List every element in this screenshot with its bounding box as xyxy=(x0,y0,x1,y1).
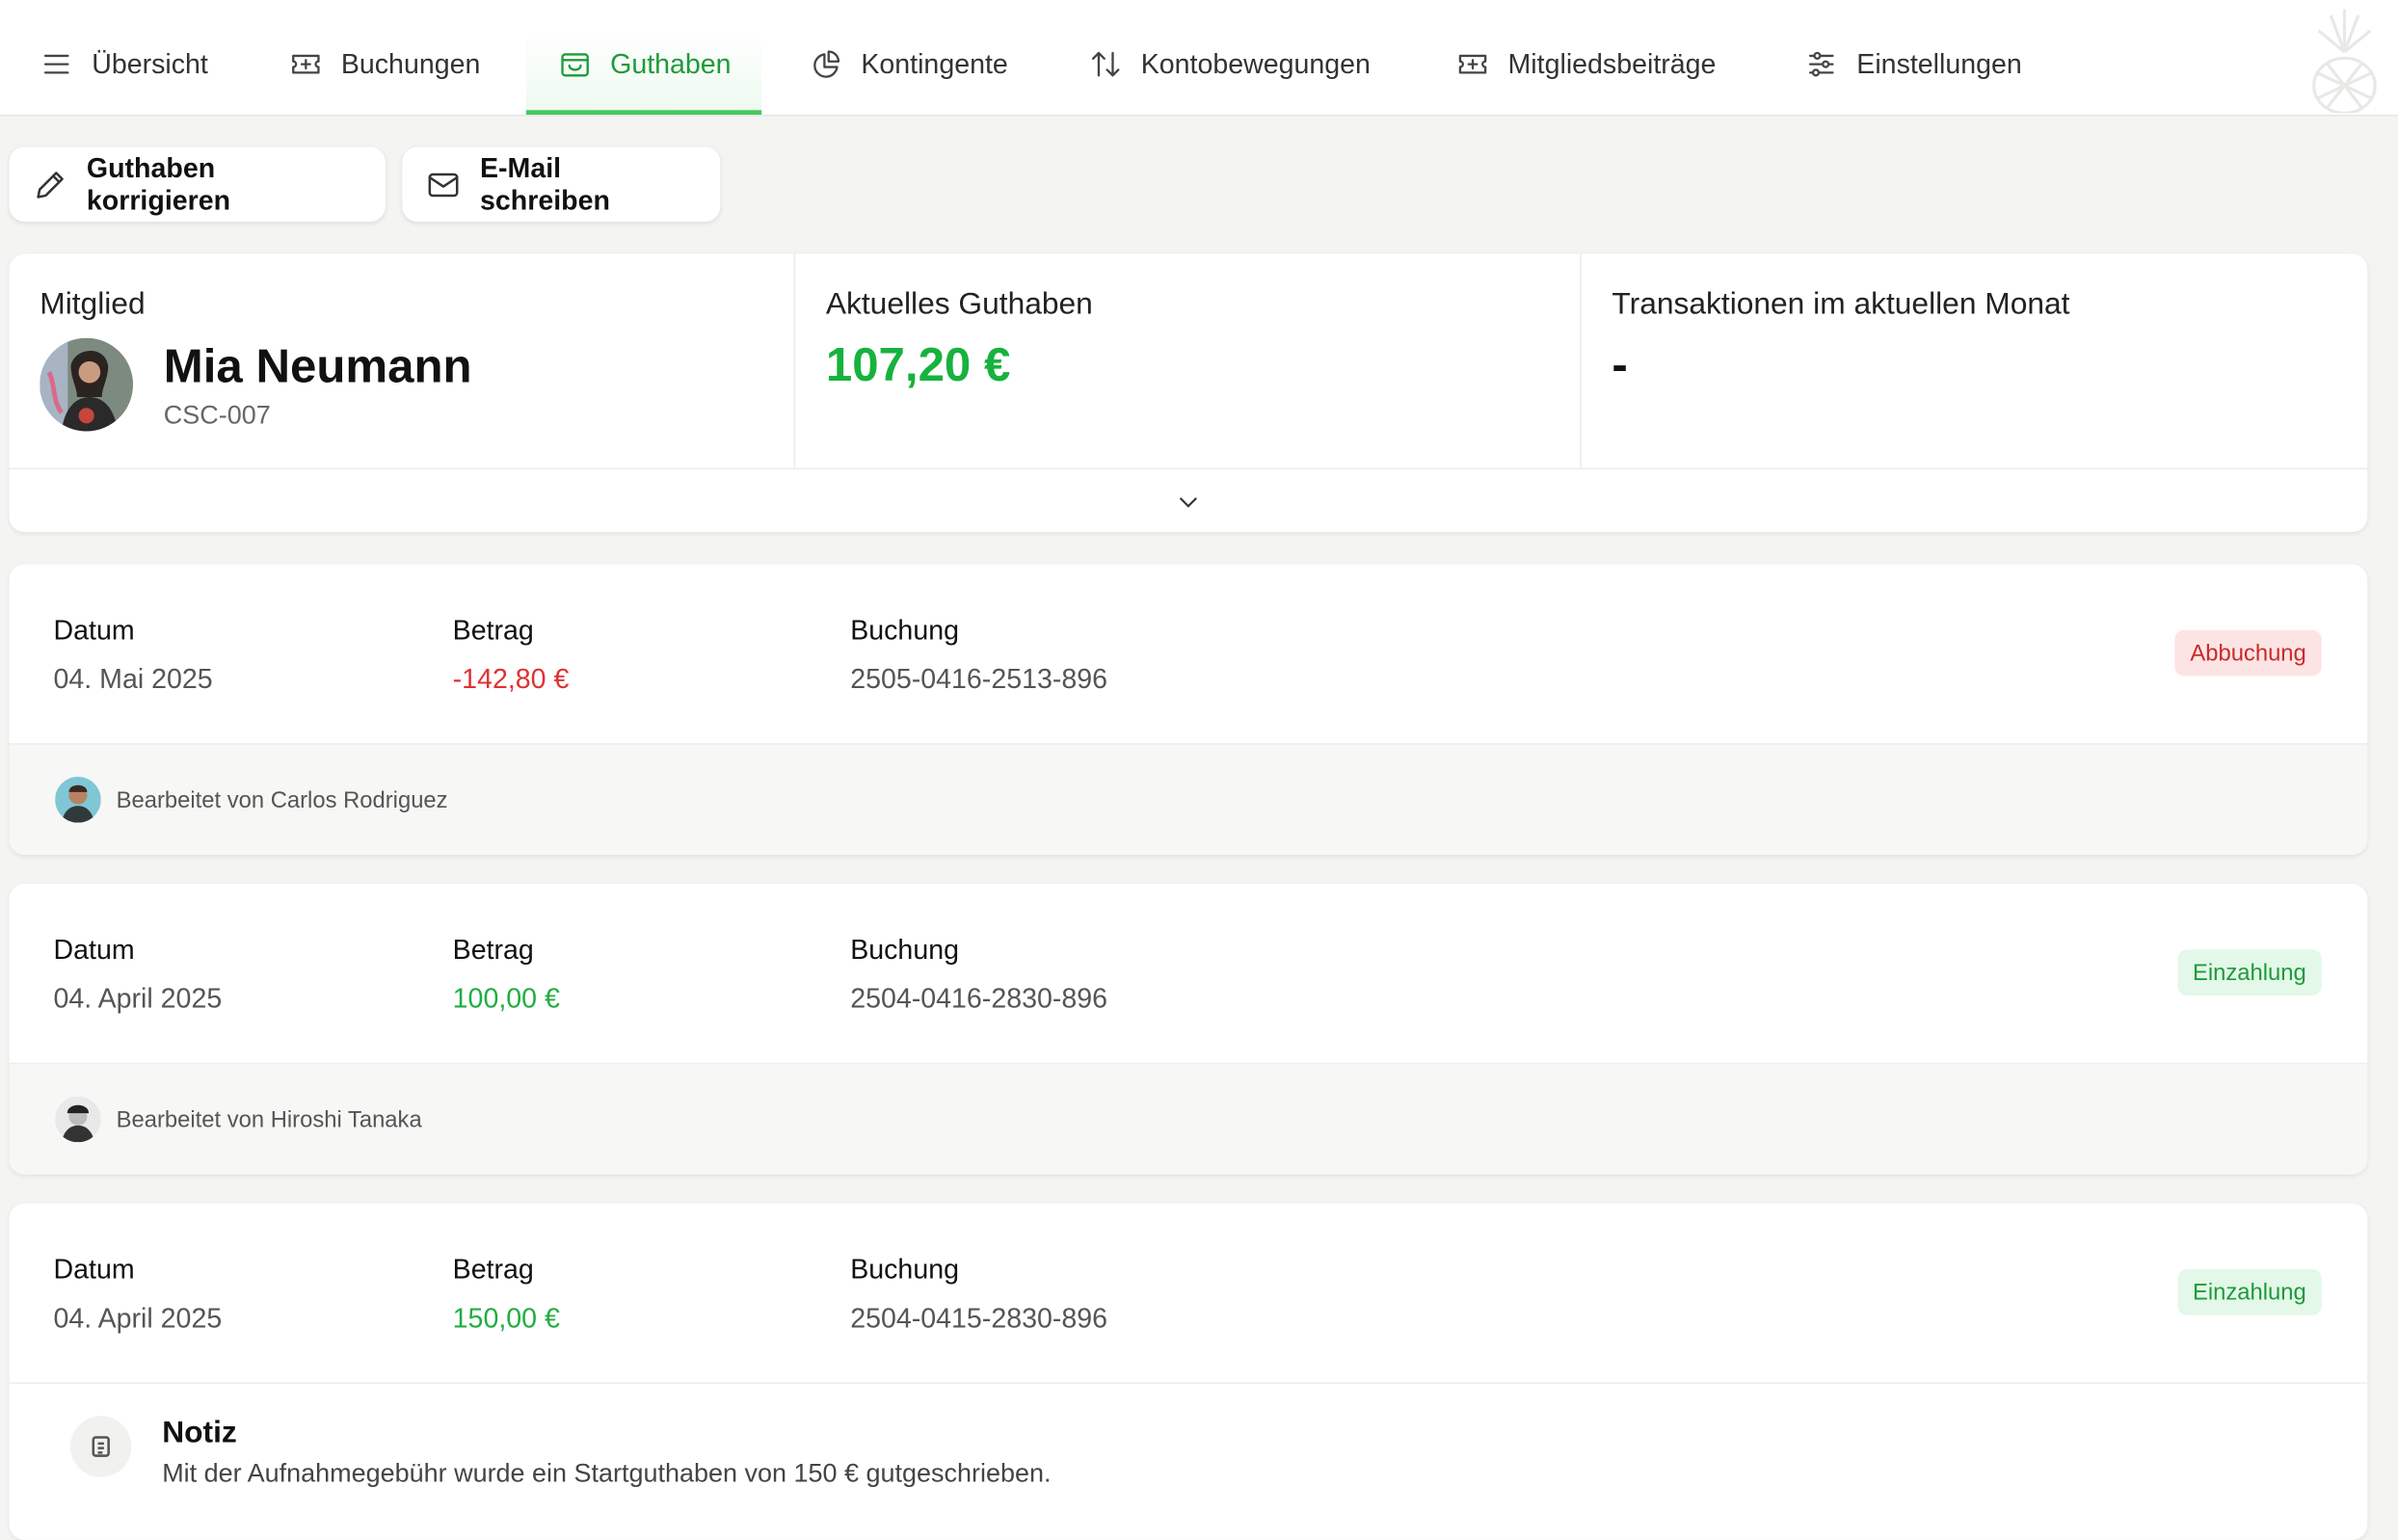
transactions-column: Transaktionen im aktuellen Monat - xyxy=(1580,253,2367,468)
sliders-icon xyxy=(1808,51,1834,77)
booking-label: Buchung xyxy=(850,614,959,646)
note-section: Notiz Mit der Aufnahmegebühr wurde ein S… xyxy=(9,1382,2368,1528)
tab-label: Einstellungen xyxy=(1856,48,2022,80)
pencil-icon xyxy=(37,171,64,198)
correct-balance-button[interactable]: Guthaben korrigieren xyxy=(9,146,386,223)
tab-buchungen[interactable]: Buchungen xyxy=(289,28,480,114)
menu-icon xyxy=(43,54,69,74)
member-id: CSC-007 xyxy=(163,399,271,430)
date-field: Datum 04. Mai 2025 xyxy=(54,615,213,696)
date-value: 04. April 2025 xyxy=(53,1302,223,1334)
booking-value: 2504-0415-2830-896 xyxy=(850,1302,1108,1334)
pie-chart-icon xyxy=(813,50,840,78)
tab-label: Mitgliedsbeiträge xyxy=(1507,48,1717,80)
status-badge: Einzahlung xyxy=(2177,1268,2322,1315)
date-field: Datum 04. April 2025 xyxy=(54,1254,223,1335)
avatar xyxy=(40,337,134,432)
transaction-card[interactable]: Datum 04. April 2025 Betrag 150,00 € Buc… xyxy=(9,1203,2368,1540)
member-name: Mia Neumann xyxy=(163,338,472,392)
amount-field: Betrag 100,00 € xyxy=(453,934,560,1015)
tab-mitgliedsbeitraege[interactable]: Mitgliedsbeiträge xyxy=(1456,28,1717,114)
balance-value: 107,20 € xyxy=(825,337,1011,392)
edited-by-text: Bearbeitet von Carlos Rodriguez xyxy=(116,786,448,813)
tab-guthaben[interactable]: Guthaben xyxy=(525,30,762,116)
top-navigation: Übersicht Buchungen Guthaben Kontingente… xyxy=(0,0,2398,117)
booking-field: Buchung 2504-0415-2830-896 xyxy=(850,1254,1107,1335)
booking-value: 2504-0416-2830-896 xyxy=(850,983,1108,1015)
date-value: 04. April 2025 xyxy=(53,983,223,1015)
tab-kontingente[interactable]: Kontingente xyxy=(809,28,1008,114)
pineapple-logo-icon xyxy=(2297,6,2391,116)
edited-by-row: Bearbeitet von Carlos Rodriguez xyxy=(9,743,2368,855)
tab-label: Übersicht xyxy=(92,48,208,80)
wallet-icon xyxy=(561,53,589,77)
amount-field: Betrag 150,00 € xyxy=(453,1254,560,1335)
date-label: Datum xyxy=(53,1254,135,1285)
amount-label: Betrag xyxy=(452,1254,534,1285)
booking-value: 2505-0416-2513-896 xyxy=(850,663,1108,695)
mail-icon xyxy=(428,172,459,197)
date-label: Datum xyxy=(53,934,135,966)
arrows-up-down-icon xyxy=(1091,51,1120,77)
summary-card: Mitglied Mia Neumann CSC-007 Aktuelles G… xyxy=(9,253,2368,534)
note-title: Notiz xyxy=(162,1416,237,1450)
expand-summary-toggle[interactable] xyxy=(9,467,2368,534)
tab-label: Buchungen xyxy=(340,48,481,80)
write-email-button[interactable]: E-Mail schreiben xyxy=(402,146,721,223)
chevron-down-icon xyxy=(1179,497,1197,508)
balance-column: Aktuelles Guthaben 107,20 € xyxy=(793,253,1581,468)
amount-value: 150,00 € xyxy=(452,1302,560,1334)
tab-label: Guthaben xyxy=(610,48,732,80)
tab-einstellungen[interactable]: Einstellungen xyxy=(1804,28,2022,114)
booking-field: Buchung 2505-0416-2513-896 xyxy=(850,615,1107,696)
member-label: Mitglied xyxy=(40,287,146,322)
date-value: 04. Mai 2025 xyxy=(53,663,213,695)
member-column: Mitglied Mia Neumann CSC-007 xyxy=(10,253,794,467)
date-field: Datum 04. April 2025 xyxy=(54,934,223,1015)
status-badge: Einzahlung xyxy=(2177,949,2322,996)
transactions-label: Transaktionen im aktuellen Monat xyxy=(1612,287,2070,322)
balance-label: Aktuelles Guthaben xyxy=(825,287,1093,322)
tab-label: Kontingente xyxy=(861,48,1008,80)
tab-kontobewegungen[interactable]: Kontobewegungen xyxy=(1089,28,1371,114)
note-text: Mit der Aufnahmegebühr wurde ein Startgu… xyxy=(162,1458,1052,1488)
avatar xyxy=(55,777,101,823)
amount-field: Betrag -142,80 € xyxy=(453,615,570,696)
ticket-icon xyxy=(1458,54,1487,74)
amount-value: 100,00 € xyxy=(452,983,560,1015)
edited-by-row: Bearbeitet von Hiroshi Tanaka xyxy=(9,1062,2368,1175)
amount-label: Betrag xyxy=(452,614,534,646)
booking-field: Buchung 2504-0416-2830-896 xyxy=(850,934,1107,1015)
ticket-icon xyxy=(292,54,320,74)
date-label: Datum xyxy=(53,614,135,646)
amount-label: Betrag xyxy=(452,934,534,966)
correct-balance-label: Guthaben korrigieren xyxy=(86,151,231,215)
transaction-card[interactable]: Datum 04. April 2025 Betrag 100,00 € Buc… xyxy=(9,884,2368,1175)
status-badge: Abbuchung xyxy=(2174,629,2322,677)
amount-value: -142,80 € xyxy=(452,663,570,695)
note-icon xyxy=(69,1416,132,1477)
tab-uebersicht[interactable]: Übersicht xyxy=(40,28,208,114)
transactions-value: - xyxy=(1612,337,1628,392)
transaction-card[interactable]: Datum 04. Mai 2025 Betrag -142,80 € Buch… xyxy=(9,564,2368,855)
booking-label: Buchung xyxy=(850,1254,959,1285)
avatar xyxy=(55,1096,101,1143)
booking-label: Buchung xyxy=(850,934,959,966)
page: Übersicht Buchungen Guthaben Kontingente… xyxy=(0,0,2398,1540)
tab-label: Kontobewegungen xyxy=(1140,48,1371,80)
edited-by-text: Bearbeitet von Hiroshi Tanaka xyxy=(116,1105,422,1132)
write-email-label: E-Mail schreiben xyxy=(479,151,610,215)
